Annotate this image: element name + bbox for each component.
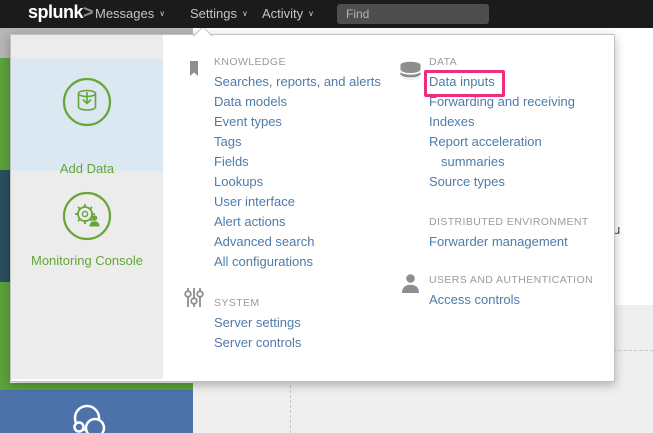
link-advanced-search[interactable]: Advanced search	[214, 232, 381, 252]
menu-activity-label: Activity	[262, 6, 303, 21]
background-sidebar-green-top	[0, 58, 10, 170]
link-event-types[interactable]: Event types	[214, 112, 381, 132]
link-all-configurations[interactable]: All configurations	[214, 252, 381, 272]
section-title: SYSTEM	[214, 293, 301, 313]
background-dashed-line-vertical	[290, 380, 291, 433]
app-tile-blue	[0, 390, 193, 433]
screen: u splunk> Messages∨ Settings∨ Activity∨ …	[0, 0, 653, 433]
logo-chevron: >	[83, 2, 93, 22]
link-fields[interactable]: Fields	[214, 152, 381, 172]
section-knowledge: KNOWLEDGE Searches, reports, and alerts …	[214, 52, 381, 272]
background-green-strip	[0, 383, 193, 390]
section-title: KNOWLEDGE	[214, 52, 381, 72]
menu-settings-label: Settings	[190, 6, 237, 21]
top-bar: splunk> Messages ∨ Settings ∨ Activity ∨ Fi…	[0, 0, 653, 28]
link-lookups[interactable]: Lookups	[214, 172, 381, 192]
section-system: SYSTEM Server settings Server controls	[214, 293, 301, 353]
splunk-logo[interactable]: splunk>	[28, 2, 93, 23]
section-distributed-environment: DISTRIBUTED ENVIRONMENT Forwarder manage…	[429, 212, 589, 252]
add-data-tile[interactable]: Add Data	[11, 58, 163, 171]
link-tags[interactable]: Tags	[214, 132, 381, 152]
section-users-authentication: USERS AND AUTHENTICATION Access controls	[429, 270, 593, 310]
link-report-acceleration-summaries[interactable]: Report acceleration summaries	[429, 132, 589, 172]
user-icon	[401, 273, 420, 293]
find-input[interactable]: Find	[337, 4, 489, 24]
logo-text: splunk	[28, 2, 83, 22]
link-source-types[interactable]: Source types	[429, 172, 589, 192]
monitoring-console-label: Monitoring Console	[11, 253, 163, 268]
link-alert-actions[interactable]: Alert actions	[214, 212, 381, 232]
settings-dropdown: Add Data Monitoring Console	[10, 34, 615, 382]
chevron-down-icon: ∨	[159, 9, 165, 18]
data-inputs-highlight	[424, 70, 505, 97]
bubbles-icon	[60, 402, 120, 433]
chevron-down-icon: ∨	[242, 9, 248, 18]
link-forwarder-management[interactable]: Forwarder management	[429, 232, 589, 252]
section-title: DISTRIBUTED ENVIRONMENT	[429, 212, 589, 232]
background-sidebar-green-bottom	[0, 282, 10, 383]
shortcut-column: Add Data Monitoring Console	[11, 35, 163, 379]
menu-messages-label: Messages	[95, 6, 154, 21]
background-sidebar-selected	[0, 170, 10, 282]
background-dashed-line-horizontal	[613, 350, 653, 351]
sliders-icon	[183, 286, 205, 309]
menu-activity[interactable]: Activity ∨	[262, 0, 314, 28]
chevron-down-icon: ∨	[308, 9, 314, 18]
link-indexes[interactable]: Indexes	[429, 112, 589, 132]
background-bottom-gray	[193, 380, 653, 433]
background-sidebar-gray	[0, 28, 10, 58]
monitoring-console-tile[interactable]: Monitoring Console	[11, 171, 163, 284]
section-title: USERS AND AUTHENTICATION	[429, 270, 593, 290]
link-access-controls[interactable]: Access controls	[429, 290, 593, 310]
link-searches-reports-alerts[interactable]: Searches, reports, and alerts	[214, 72, 381, 92]
monitoring-console-icon	[61, 190, 113, 242]
database-icon	[399, 61, 422, 80]
section-title: DATA	[429, 52, 589, 72]
link-data-models[interactable]: Data models	[214, 92, 381, 112]
link-server-controls[interactable]: Server controls	[214, 333, 301, 353]
add-data-icon	[61, 76, 113, 128]
menu-settings[interactable]: Settings ∨	[190, 0, 248, 28]
bookmark-icon	[189, 61, 199, 77]
link-user-interface[interactable]: User interface	[214, 192, 381, 212]
link-server-settings[interactable]: Server settings	[214, 313, 301, 333]
menu-messages[interactable]: Messages ∨	[95, 0, 165, 28]
